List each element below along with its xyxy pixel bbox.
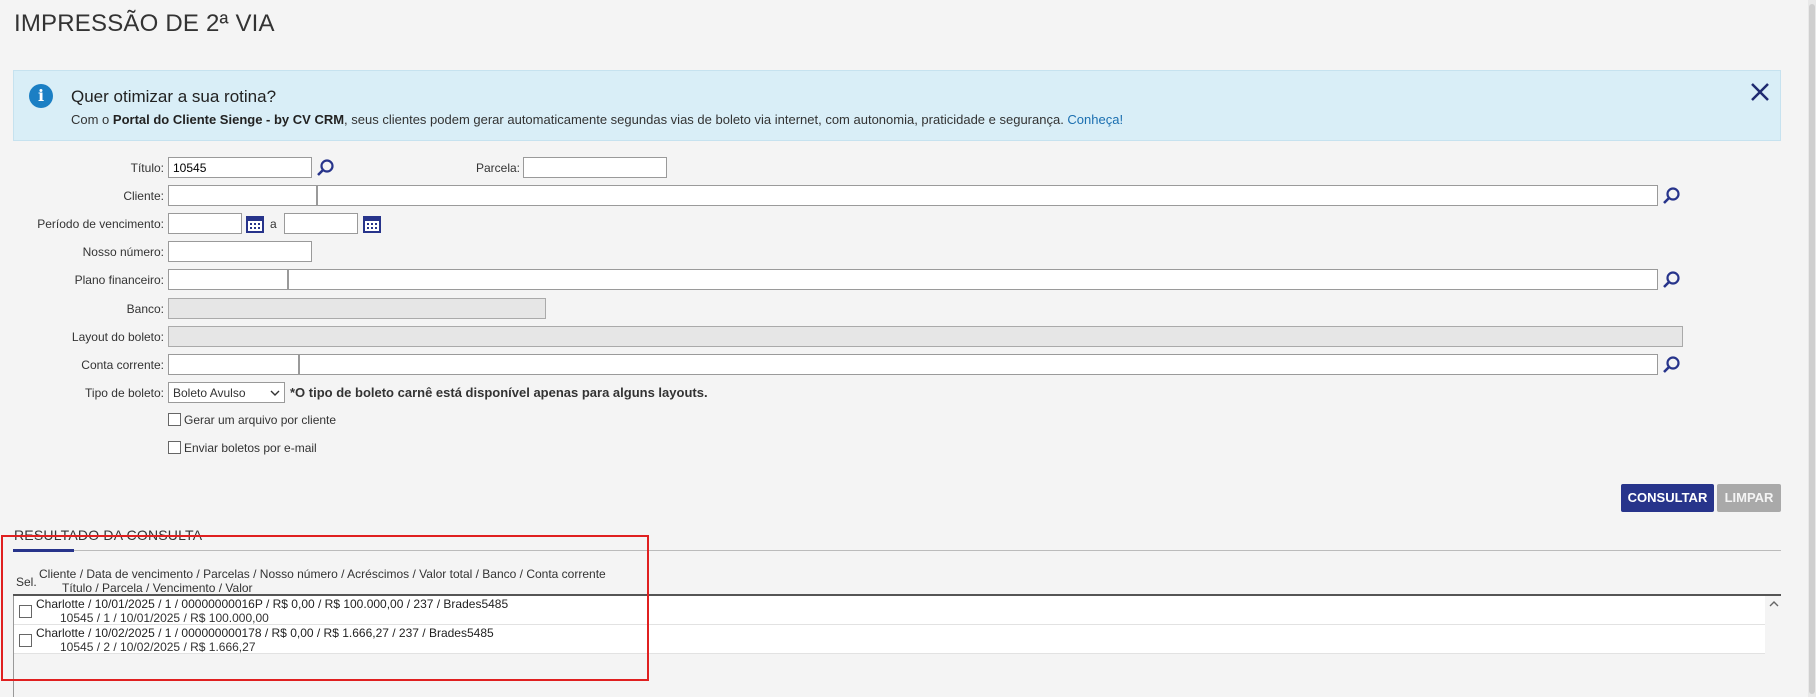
periodo-end-input[interactable] [284,213,358,234]
tipo-boleto-label: Tipo de boleto: [85,386,164,400]
layout-boleto-label: Layout do boleto: [71,330,164,344]
layout-boleto-input [168,326,1683,347]
periodo-start-input[interactable] [168,213,242,234]
search-icon[interactable] [1662,186,1682,206]
search-icon[interactable] [1662,270,1682,290]
sel-header: Sel. [16,575,37,589]
results-tab-underline [13,549,74,552]
table-row[interactable]: Charlotte / 10/02/2025 / 1 / 00000000017… [14,625,1765,654]
banner-title: Quer otimizar a sua rotina? [71,87,277,106]
page-title: IMPRESSÃO DE 2ª VIA [14,10,275,37]
banco-input [168,298,546,319]
banner-text-bold: Portal do Cliente Sienge - by CV CRM [112,112,345,127]
titulo-label: Título: [130,161,164,175]
nosso-numero-label: Nosso número: [82,245,164,259]
page-scrollbar-thumb[interactable] [1809,4,1815,694]
parcela-input[interactable] [523,157,667,178]
banner-link[interactable]: Conheça! [1067,112,1123,127]
conta-code-input[interactable] [168,354,299,375]
cliente-label: Cliente: [123,189,164,203]
row-summary: Charlotte / 10/02/2025 / 1 / 00000000017… [36,626,494,640]
plano-name-input[interactable] [288,269,1658,290]
chevron-down-icon [270,390,280,396]
limpar-button[interactable]: LIMPAR [1717,484,1781,512]
row-select-checkbox[interactable] [19,634,32,647]
table-row[interactable]: Charlotte / 10/01/2025 / 1 / 00000000016… [14,596,1765,625]
gerar-arquivo-label: Gerar um arquivo por cliente [184,413,337,427]
gerar-arquivo-checkbox[interactable] [168,413,181,426]
row-detail: 10545 / 2 / 10/02/2025 / R$ 1.666,27 [60,640,256,654]
row-summary: Charlotte / 10/01/2025 / 1 / 00000000016… [36,597,509,611]
results-title: RESULTADO DA CONSULTA [14,527,203,543]
grid-header-line1: Cliente / Data de vencimento / Parcelas … [39,567,606,581]
parcela-label: Parcela: [475,161,520,175]
info-banner: i Quer otimizar a sua rotina? Com o Port… [13,70,1781,141]
banner-text-prefix: Com o [71,112,113,127]
calendar-icon[interactable] [245,214,265,234]
cliente-code-input[interactable] [168,185,317,206]
plano-code-input[interactable] [168,269,288,290]
search-icon[interactable] [1662,355,1682,375]
close-icon[interactable] [1747,79,1773,105]
conta-name-input[interactable] [299,354,1658,375]
search-icon[interactable] [316,158,336,178]
banco-label: Banco: [126,302,164,316]
periodo-label: Período de vencimento: [37,217,164,231]
info-icon: i [29,84,53,108]
nosso-numero-input[interactable] [168,241,312,262]
results-divider [13,550,1781,551]
row-select-checkbox[interactable] [19,605,32,618]
plano-financeiro-label: Plano financeiro: [74,273,164,287]
enviar-email-checkbox[interactable] [168,441,181,454]
tipo-boleto-select[interactable]: Boleto Avulso [168,382,285,403]
row-detail: 10545 / 1 / 10/01/2025 / R$ 100.000,00 [60,611,269,625]
calendar-icon[interactable] [362,214,382,234]
titulo-input[interactable] [168,157,312,178]
banner-text: Com o Portal do Cliente Sienge - by CV C… [71,112,1123,127]
tipo-boleto-value: Boleto Avulso [173,386,246,400]
periodo-separator: a [270,217,277,231]
enviar-email-label: Enviar boletos por e-mail [184,441,317,455]
consultar-button[interactable]: CONSULTAR [1621,484,1714,512]
scroll-up-icon[interactable] [1768,598,1780,610]
cliente-name-input[interactable] [317,185,1658,206]
tipo-boleto-note: *O tipo de boleto carnê está disponível … [290,385,708,400]
banner-text-body: , seus clientes podem gerar automaticame… [344,112,1068,127]
grid-header-line2: Título / Parcela / Vencimento / Valor [62,581,253,595]
conta-corrente-label: Conta corrente: [81,358,164,372]
